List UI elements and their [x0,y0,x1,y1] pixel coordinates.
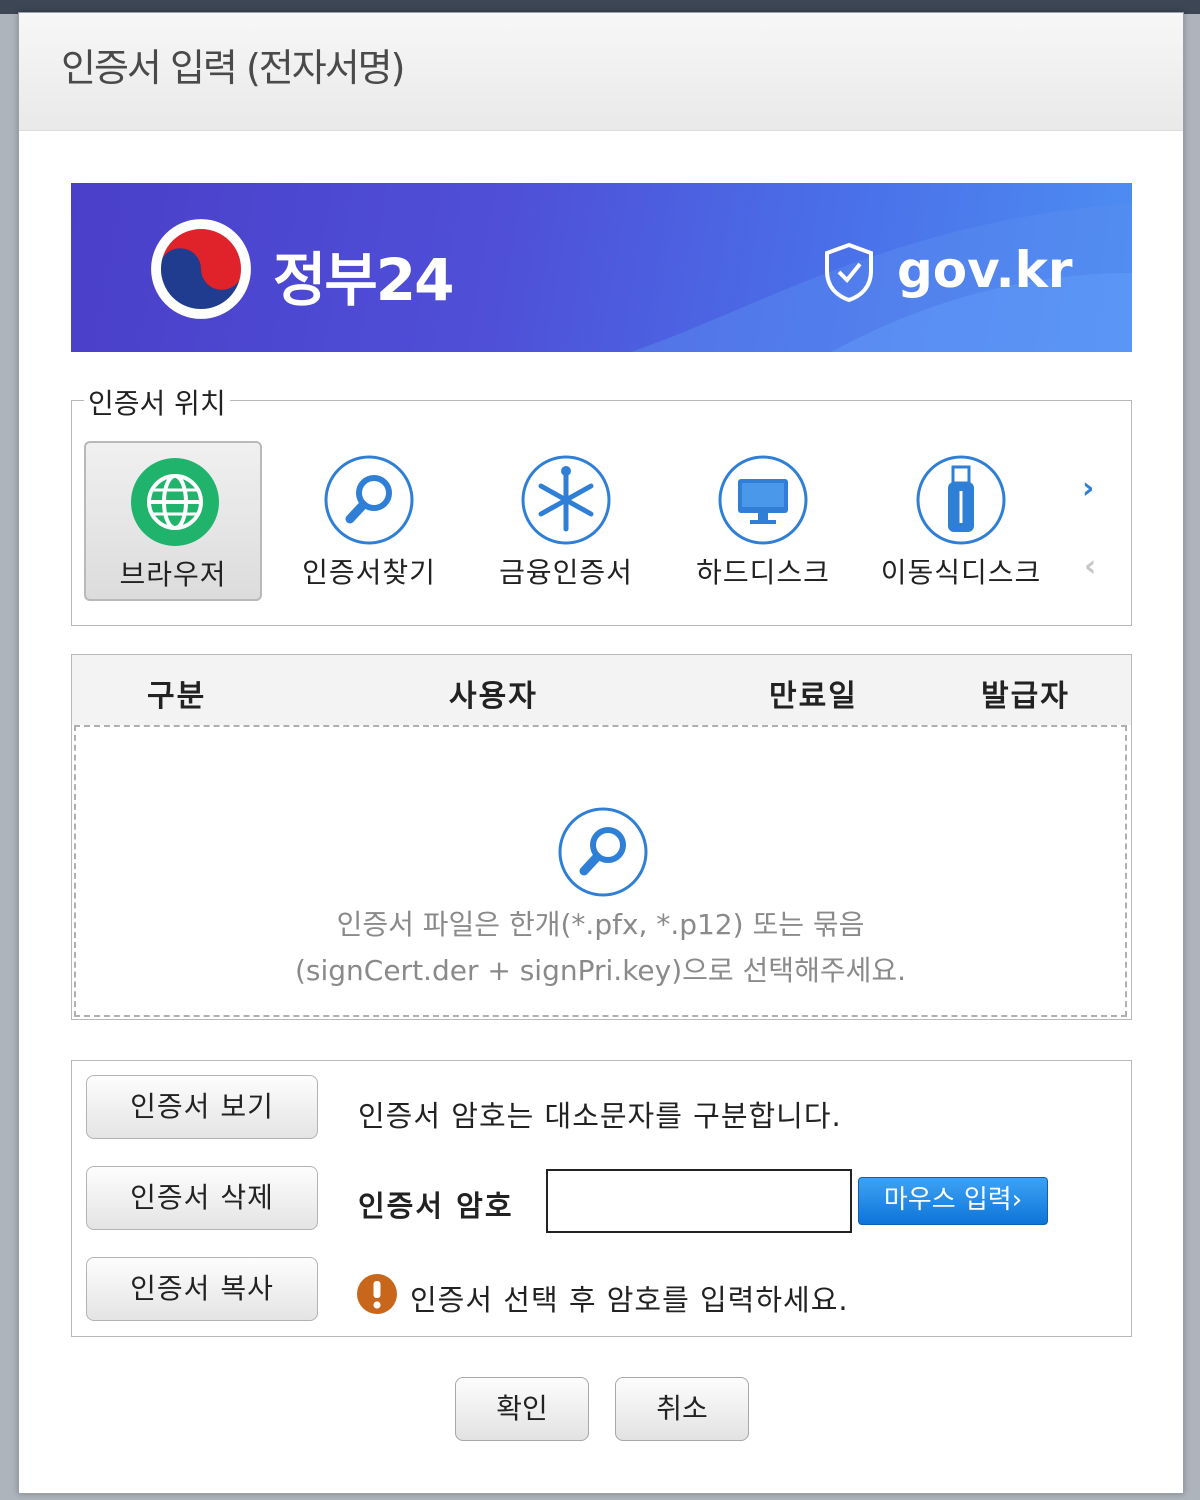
domain-text: gov.kr [897,241,1073,299]
warning-text: 인증서 선택 후 암호를 입력하세요. [410,1283,849,1317]
column-header-expiry[interactable]: 만료일 [769,671,858,715]
service-name: 정부24 [273,246,454,314]
location-label: 하드디스크 [696,556,830,589]
password-label: 인증서 암호 [358,1189,514,1223]
case-sensitive-notice: 인증서 암호는 대소문자를 구분합니다. [358,1099,842,1133]
certificate-table: 구분 사용자 만료일 발급자 인증서 파일은 한개(*.pfx, *.p12) … [71,654,1132,1020]
location-financial-cert-button[interactable]: 금융인증서 [477,441,655,601]
financial-cert-icon [521,455,611,545]
monitor-icon [718,455,808,545]
file-search-icon[interactable] [558,807,648,897]
warning-icon [357,1274,397,1314]
copy-certificate-button[interactable]: 인증서 복사 [86,1257,318,1321]
location-removable-disk-button[interactable]: 이동식디스크 [872,441,1050,601]
view-certificate-button[interactable]: 인증서 보기 [86,1075,318,1139]
delete-certificate-button[interactable]: 인증서 삭제 [86,1166,318,1230]
empty-hint-line2: (signCert.der + signPri.key)으로 선택해주세요. [294,954,907,987]
confirm-button[interactable]: 확인 [455,1377,589,1441]
location-label: 금융인증서 [499,556,633,589]
location-label: 브라우저 [119,558,227,591]
column-header-issuer[interactable]: 발급자 [981,671,1070,715]
table-header: 구분 사용자 만료일 발급자 [72,655,1131,725]
location-label: 인증서찾기 [302,556,436,589]
column-header-type[interactable]: 구분 [147,671,206,715]
location-label: 이동식디스크 [880,556,1042,589]
search-icon [324,455,414,545]
empty-hint-line1: 인증서 파일은 한개(*.pfx, *.p12) 또는 묶음 [336,908,865,941]
column-header-user[interactable]: 사용자 [449,671,538,715]
dialog-title: 인증서 입력 (전자서명) [61,46,405,90]
scroll-prev-icon[interactable]: ‹ [1084,549,1096,584]
taegeuk-logo-icon [151,219,251,319]
location-hard-disk-button[interactable]: 하드디스크 [674,441,852,601]
shield-check-icon [825,242,873,303]
usb-icon [916,455,1006,545]
cancel-button[interactable]: 취소 [615,1377,749,1441]
certificate-location-group: 인증서 위치 브라우저 인증서찾기 금융인증서 하드디스크 이동식디스크 › ‹ [71,382,1132,626]
certificate-actions-group: 인증서 보기 인증서 삭제 인증서 복사 인증서 암호는 대소문자를 구분합니다… [71,1060,1132,1337]
mouse-input-button[interactable]: 마우스 입력› [858,1177,1048,1225]
scroll-next-icon[interactable]: › [1082,471,1094,506]
certificate-list-empty[interactable]: 인증서 파일은 한개(*.pfx, *.p12) 또는 묶음 (signCert… [74,725,1127,1017]
location-browser-button[interactable]: 브라우저 [84,441,262,601]
gov24-banner: 정부24 gov.kr [71,183,1132,352]
dialog-header: 인증서 입력 (전자서명) [19,13,1183,131]
password-input[interactable] [546,1169,852,1233]
location-search-button[interactable]: 인증서찾기 [280,441,458,601]
certificate-dialog: 인증서 입력 (전자서명) 정부24 gov.kr 인증서 위치 브라우저 인증… [18,12,1184,1494]
location-legend: 인증서 위치 [84,382,230,422]
globe-icon [131,458,219,546]
